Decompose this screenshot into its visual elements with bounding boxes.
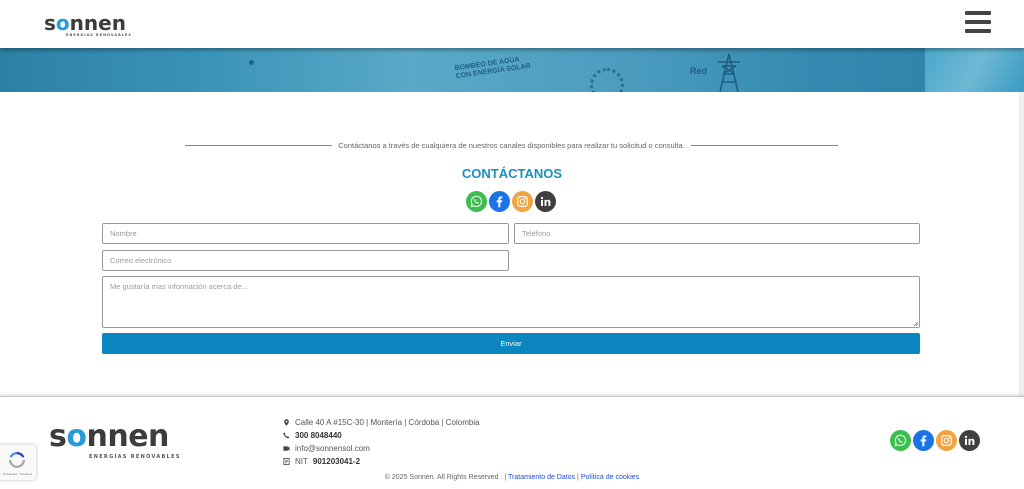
banner-red-label: Red <box>690 66 708 76</box>
facebook-icon[interactable] <box>913 430 934 451</box>
recaptcha-badge[interactable]: Privacidad - Términos <box>0 445 36 480</box>
footer-nit: NIT 901203041-2 <box>283 455 360 467</box>
footer-logo-subtitle: ENERGÍAS RENOVABLES <box>89 454 181 460</box>
facebook-icon[interactable] <box>489 191 510 212</box>
resize-grip-icon[interactable] <box>913 321 919 327</box>
linkedin-icon[interactable] <box>535 191 556 212</box>
contact-social-links <box>466 191 556 212</box>
footer-logo-letter-o: o <box>66 419 87 454</box>
message-textarea[interactable] <box>102 276 920 328</box>
sun-icon <box>590 68 624 92</box>
cookies-policy-link[interactable]: Política de cookies <box>581 474 639 481</box>
footer-email[interactable]: info@sonnensol.com <box>283 442 370 454</box>
data-treatment-link[interactable]: Tratamiento de Datos <box>508 474 575 481</box>
contact-intro: Contáctanos a través de cualquiera de nu… <box>185 139 838 151</box>
footer-address: Calle 40 A #15C-30 | Montería | Córdoba … <box>283 416 480 428</box>
footer-address-text: Calle 40 A #15C-30 | Montería | Córdoba … <box>295 417 480 427</box>
site-header: sonnen ENERGÍAS RENOVABLES <box>0 0 1024 48</box>
submit-button[interactable]: Enviar <box>102 333 920 354</box>
logo-letter-o: o <box>55 11 70 35</box>
footer-logo[interactable]: sonnen ENERGÍAS RENOVABLES <box>49 419 179 460</box>
name-input[interactable] <box>102 223 509 244</box>
divider-right <box>690 144 838 146</box>
phone-icon <box>283 431 290 438</box>
location-pin-icon <box>284 418 289 426</box>
banner-solar-panel <box>925 48 1024 92</box>
page-scroll-area <box>1019 92 1024 396</box>
whatsapp-icon[interactable] <box>466 191 487 212</box>
footer-logo-letter-s: s <box>49 419 67 454</box>
footer-nit-label: NIT <box>295 456 308 466</box>
separator: | <box>577 474 579 481</box>
footer-social-links <box>890 430 980 451</box>
linkedin-icon[interactable] <box>959 430 980 451</box>
logo-letter-s: s <box>44 11 56 35</box>
hamburger-icon[interactable] <box>965 11 991 33</box>
footer-email-text: info@sonnensol.com <box>295 443 370 453</box>
site-footer: sonnen ENERGÍAS RENOVABLES Calle 40 A #1… <box>0 396 1024 489</box>
instagram-icon[interactable] <box>936 430 957 451</box>
hero-banner: BOMBEO DE AGUA CON ENERGÍA SOLAR Red <box>0 48 1024 92</box>
footer-logo-letters-nnen: nnen <box>86 419 169 454</box>
document-icon <box>283 457 290 465</box>
banner-text: BOMBEO DE AGUA CON ENERGÍA SOLAR <box>454 55 531 81</box>
banner-decoration <box>249 60 254 65</box>
logo-subtitle: ENERGÍAS RENOVABLES <box>66 33 132 37</box>
footer-phone[interactable]: 300 8048440 <box>283 429 342 441</box>
recaptcha-icon <box>9 452 25 468</box>
phone-input[interactable] <box>514 223 920 244</box>
power-tower-icon <box>718 53 740 92</box>
recaptcha-text: Privacidad - Términos <box>3 472 33 476</box>
header-logo[interactable]: sonnen ENERGÍAS RENOVABLES <box>44 11 131 37</box>
logo-letters-nnen: nnen <box>69 11 126 35</box>
divider-left <box>185 144 333 146</box>
email-icon <box>283 445 290 451</box>
footer-copyright: © 2025 Sonnen. All Rights Reserved . | T… <box>0 474 1024 481</box>
contact-intro-text: Contáctanos a través de cualquiera de nu… <box>338 140 685 150</box>
whatsapp-icon[interactable] <box>890 430 911 451</box>
copyright-text: © 2025 Sonnen. All Rights Reserved . <box>384 474 503 481</box>
email-input[interactable] <box>102 250 509 271</box>
instagram-icon[interactable] <box>512 191 533 212</box>
footer-phone-text: 300 8048440 <box>295 430 342 440</box>
contact-title: CONTÁCTANOS <box>461 166 563 181</box>
footer-nit-value: 901203041-2 <box>312 456 361 466</box>
separator: | <box>504 474 507 481</box>
